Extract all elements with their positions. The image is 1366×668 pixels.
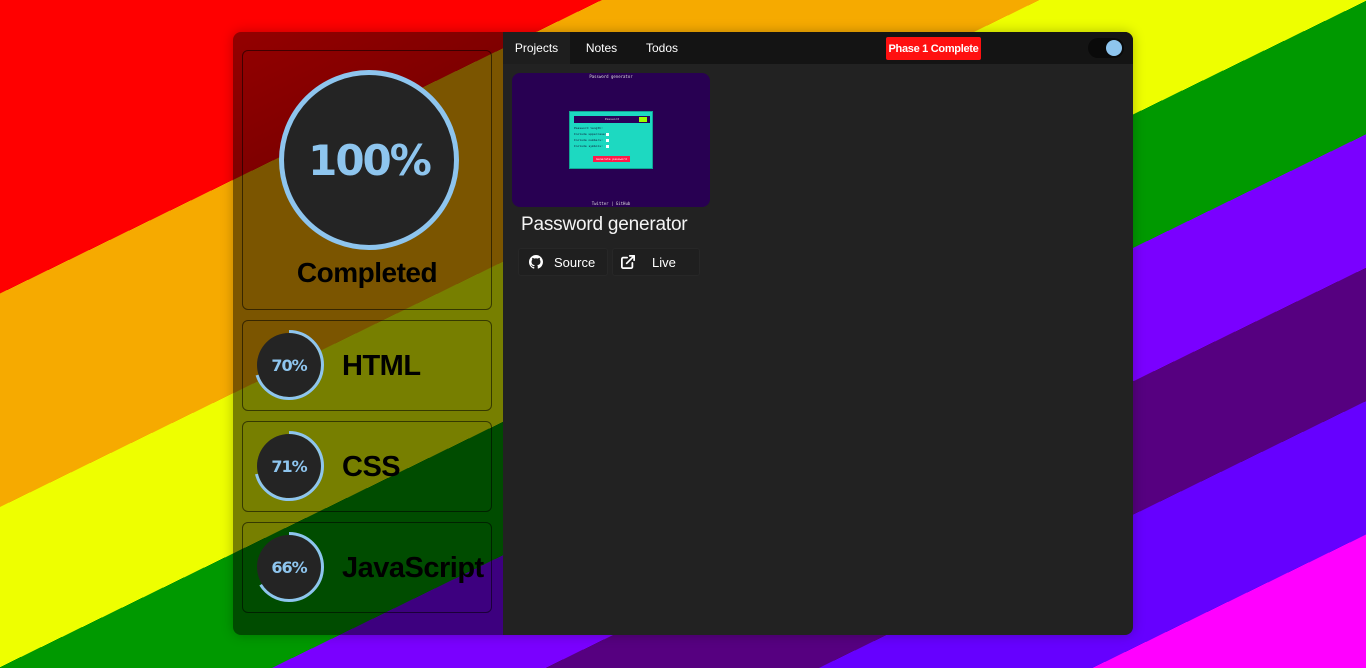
theme-toggle[interactable] xyxy=(1088,38,1124,58)
skill-card-html: 70% HTML xyxy=(242,320,492,411)
app-window: 100% Completed 70% HTML 71% CSS 66% Java… xyxy=(233,32,1133,635)
tab-projects[interactable]: Projects xyxy=(503,32,570,64)
overall-progress-card: 100% Completed xyxy=(242,50,492,310)
thumbnail-generate-button: Generate password xyxy=(593,156,630,162)
skill-percent: 66% xyxy=(271,557,307,577)
top-navigation: Projects Notes Todos Phase 1 Complete xyxy=(503,32,1133,64)
toggle-knob xyxy=(1106,40,1122,56)
github-icon xyxy=(529,255,543,269)
overall-status-label: Completed xyxy=(296,257,438,288)
skill-name: JavaScript xyxy=(342,552,484,584)
thumbnail-row: Include numbers: xyxy=(574,138,603,142)
overall-progress-percent: 100% xyxy=(308,135,432,185)
skill-name: CSS xyxy=(342,451,401,483)
thumbnail-footer: Twitter | GitHub xyxy=(591,201,631,206)
thumbnail-row: Include symbols: xyxy=(574,144,603,148)
skill-name: HTML xyxy=(342,350,421,382)
thumbnail-checkbox xyxy=(606,139,609,142)
skill-progress-ring: 66% xyxy=(253,531,325,603)
thumbnail-app-preview: Password Password length: Include upperc… xyxy=(569,111,653,169)
thumbnail-checkbox xyxy=(606,145,609,148)
thumbnail-copy-button xyxy=(639,117,647,122)
thumbnail-checkbox xyxy=(606,133,609,136)
skill-percent: 71% xyxy=(271,456,307,476)
skill-card-javascript: 66% JavaScript xyxy=(242,522,492,613)
skill-percent: 70% xyxy=(271,355,307,375)
project-thumbnail[interactable]: Password generator Password Password len… xyxy=(512,73,710,207)
progress-sidebar: 100% Completed 70% HTML 71% CSS 66% Java… xyxy=(233,32,503,635)
thumbnail-row: Password length: xyxy=(574,126,603,130)
skill-card-css: 71% CSS xyxy=(242,421,492,512)
thumbnail-heading: Password generator xyxy=(589,74,633,79)
source-button[interactable]: Source xyxy=(518,248,608,276)
live-label: Live xyxy=(652,254,676,270)
external-link-icon xyxy=(621,255,635,269)
project-card: Password generator Password Password len… xyxy=(512,73,710,276)
source-label: Source xyxy=(554,254,596,270)
thumbnail-row: Include uppercase: xyxy=(574,132,607,136)
overall-progress-ring: 100% xyxy=(279,70,459,250)
phase-status-badge[interactable]: Phase 1 Complete xyxy=(886,37,981,60)
tab-notes[interactable]: Notes xyxy=(570,32,633,64)
live-button[interactable]: Live xyxy=(612,248,700,276)
skill-progress-ring: 70% xyxy=(253,329,325,401)
tab-todos[interactable]: Todos xyxy=(633,32,691,64)
project-title: Password generator xyxy=(521,214,688,235)
project-actions: Source Live xyxy=(518,248,710,276)
main-panel: Projects Notes Todos Phase 1 Complete Pa… xyxy=(503,32,1133,635)
skill-progress-ring: 71% xyxy=(253,430,325,502)
